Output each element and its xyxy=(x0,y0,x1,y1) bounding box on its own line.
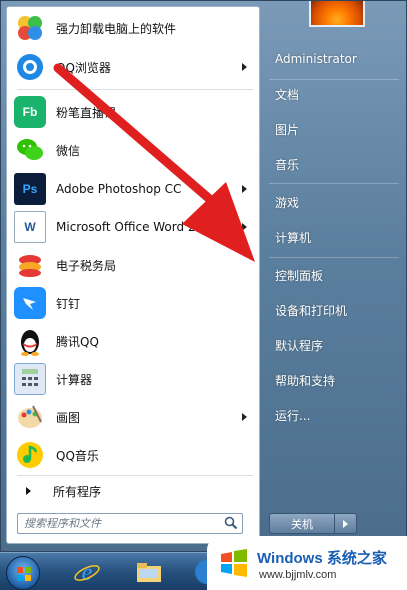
chevron-right-icon xyxy=(343,520,348,528)
right-item-label: 游戏 xyxy=(275,195,300,210)
watermark-title-cn: 系统之家 xyxy=(326,550,387,567)
pinwheel-icon xyxy=(14,12,46,44)
watermark-url: www.bjjmlv.com xyxy=(259,569,337,581)
program-item-dingtalk[interactable]: 钉钉 xyxy=(10,285,257,321)
right-item-label: 图片 xyxy=(275,122,300,137)
program-item-qq-music[interactable]: QQ音乐 xyxy=(10,437,257,473)
right-item-label: 设备和打印机 xyxy=(275,303,348,318)
wechat-icon xyxy=(14,134,46,166)
user-picture[interactable] xyxy=(309,1,365,27)
right-item-music[interactable]: 音乐 xyxy=(269,150,399,178)
right-item-pictures[interactable]: 图片 xyxy=(269,115,399,143)
program-label: 画图 xyxy=(56,410,81,425)
program-label: QQ浏览器 xyxy=(56,60,111,75)
right-item-label: 音乐 xyxy=(275,157,300,172)
paint-palette-icon xyxy=(14,401,46,433)
submenu-arrow-icon xyxy=(242,413,247,421)
program-label: 计算器 xyxy=(56,372,93,387)
right-item-user[interactable]: Administrator xyxy=(269,45,399,73)
divider xyxy=(17,475,253,476)
program-label: 微信 xyxy=(56,143,81,158)
program-item-tax-bureau[interactable]: 电子税务局 xyxy=(10,247,257,283)
start-menu: 强力卸载电脑上的软件 QQ浏览器 Fb 粉笔直播课 微信 Ps Adobe Ph… xyxy=(0,0,407,552)
divider xyxy=(269,183,399,184)
svg-text:e: e xyxy=(82,560,93,586)
program-item-photoshop[interactable]: Ps Adobe Photoshop CC xyxy=(10,171,257,207)
photoshop-icon: Ps xyxy=(14,173,46,205)
program-item-qq[interactable]: 腾讯QQ xyxy=(10,323,257,359)
shutdown-options-button[interactable] xyxy=(335,513,357,534)
qq-music-icon xyxy=(14,439,46,471)
right-item-label: 运行... xyxy=(275,408,311,423)
word-icon: W xyxy=(14,211,46,243)
right-item-control-panel[interactable]: 控制面板 xyxy=(269,261,399,289)
right-item-default-programs[interactable]: 默认程序 xyxy=(269,331,399,359)
search-input[interactable] xyxy=(17,513,243,534)
user-name: Administrator xyxy=(275,52,357,66)
all-programs-label: 所有程序 xyxy=(53,484,102,499)
programs-panel: 强力卸载电脑上的软件 QQ浏览器 Fb 粉笔直播课 微信 Ps Adobe Ph… xyxy=(6,6,260,544)
submenu-arrow-icon xyxy=(242,223,247,231)
right-item-devices-printers[interactable]: 设备和打印机 xyxy=(269,296,399,324)
internet-explorer-icon: e xyxy=(74,560,100,586)
windows-logo-icon xyxy=(17,567,31,581)
right-item-label: 计算机 xyxy=(275,230,312,245)
taskbar-ie-button[interactable]: e xyxy=(72,557,102,587)
folder-icon xyxy=(137,563,161,582)
right-item-games[interactable]: 游戏 xyxy=(269,188,399,216)
taskbar-explorer-button[interactable] xyxy=(134,557,164,587)
right-item-label: 默认程序 xyxy=(275,338,324,353)
program-item-fenbi[interactable]: Fb 粉笔直播课 xyxy=(10,94,257,130)
right-item-label: 帮助和支持 xyxy=(275,373,336,388)
program-label: Microsoft Office Word 2007 xyxy=(56,220,219,234)
submenu-arrow-icon xyxy=(242,185,247,193)
fenbi-icon: Fb xyxy=(14,96,46,128)
shutdown-button[interactable]: 关机 xyxy=(269,513,335,534)
dingtalk-icon xyxy=(14,287,46,319)
tax-bureau-icon xyxy=(14,249,46,281)
start-button[interactable] xyxy=(6,556,40,590)
program-label: Adobe Photoshop CC xyxy=(56,182,182,196)
divider xyxy=(17,89,253,90)
program-label: 强力卸载电脑上的软件 xyxy=(56,21,177,36)
program-item-paint[interactable]: 画图 xyxy=(10,399,257,435)
qq-browser-icon xyxy=(14,51,46,83)
calculator-icon xyxy=(14,363,46,395)
right-item-run[interactable]: 运行... xyxy=(269,401,399,429)
right-item-documents[interactable]: 文档 xyxy=(269,80,399,108)
all-programs-button[interactable]: 所有程序 xyxy=(10,477,257,505)
program-item-qq-browser[interactable]: QQ浏览器 xyxy=(10,49,257,85)
program-label: QQ音乐 xyxy=(56,448,99,463)
search-icon[interactable] xyxy=(224,516,238,530)
watermark-title: Windows 系统之家 xyxy=(257,547,387,568)
submenu-arrow-icon xyxy=(242,63,247,71)
program-item-uninstaller[interactable]: 强力卸载电脑上的软件 xyxy=(10,10,257,46)
watermark-title-en: Windows xyxy=(257,550,323,567)
program-item-calculator[interactable]: 计算器 xyxy=(10,361,257,397)
expand-arrow-icon xyxy=(26,487,31,495)
divider xyxy=(269,257,399,258)
right-item-label: 文档 xyxy=(275,87,300,102)
windows-flag-icon xyxy=(221,549,247,577)
watermark: Windows 系统之家 www.bjjmlv.com xyxy=(207,536,407,590)
program-label: 腾讯QQ xyxy=(56,334,99,349)
program-label: 电子税务局 xyxy=(56,258,117,273)
qq-penguin-icon xyxy=(14,325,46,357)
program-label: 粉笔直播课 xyxy=(56,105,117,120)
right-item-help-support[interactable]: 帮助和支持 xyxy=(269,366,399,394)
shutdown-label: 关机 xyxy=(291,517,313,531)
right-item-computer[interactable]: 计算机 xyxy=(269,223,399,251)
right-item-label: 控制面板 xyxy=(275,268,324,283)
program-item-wechat[interactable]: 微信 xyxy=(10,132,257,168)
program-label: 钉钉 xyxy=(56,296,81,311)
program-item-word[interactable]: W Microsoft Office Word 2007 xyxy=(10,209,257,245)
